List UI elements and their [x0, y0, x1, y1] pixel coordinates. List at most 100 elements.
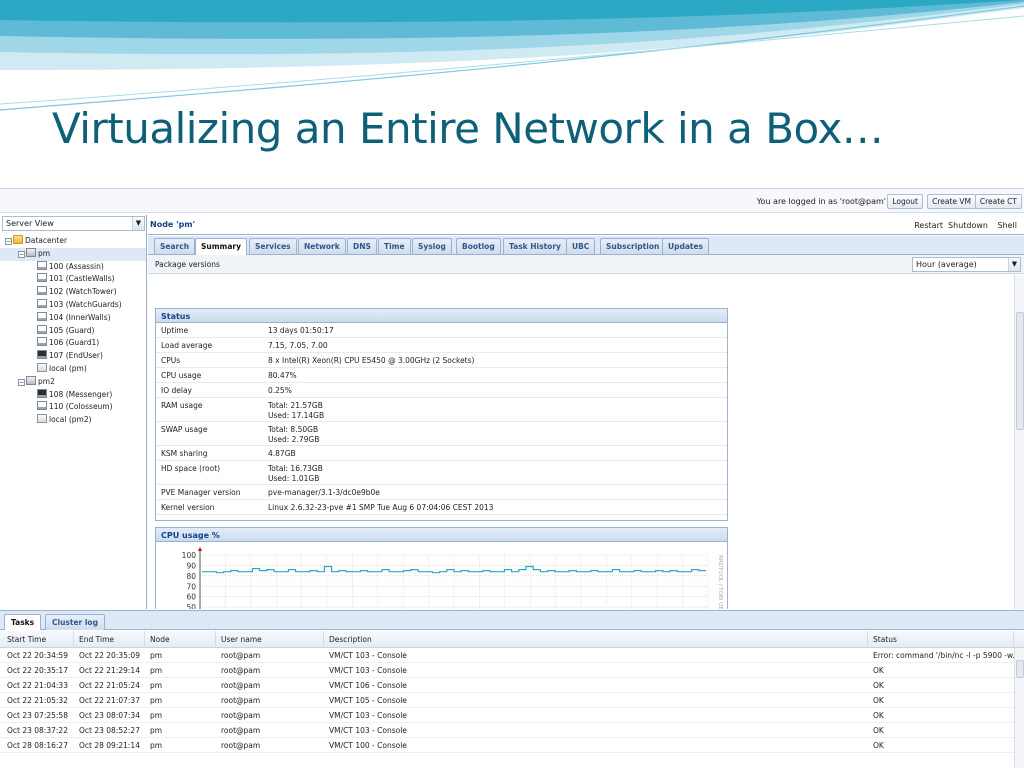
tree-item[interactable]: 107 (EndUser)	[0, 350, 146, 363]
status-value-line: 80.47%	[268, 371, 297, 380]
chevron-down-icon[interactable]: ▼	[132, 217, 144, 230]
tab-ubc[interactable]: UBC	[566, 238, 596, 254]
table-cell: Oct 23 08:52:27	[79, 726, 140, 735]
status-key: Uptime	[161, 326, 189, 335]
y-tick-label: 50	[186, 603, 196, 609]
tab-subscription[interactable]: Subscription	[600, 238, 666, 254]
tab-task-history[interactable]: Task History	[503, 238, 567, 254]
table-cell: Oct 22 21:07:37	[79, 696, 140, 705]
table-row[interactable]: Oct 28 08:16:27 Oct 28 09:21:14 pm root@pam…	[0, 738, 1024, 753]
status-value-line: 0.25%	[268, 386, 292, 395]
chevron-down-icon[interactable]: ▼	[1008, 258, 1020, 271]
vm-icon	[37, 324, 47, 334]
status-key: IO delay	[161, 386, 192, 395]
column-header[interactable]: Status	[868, 631, 1014, 648]
table-cell: root@pam	[221, 651, 261, 660]
y-axis-arrow	[198, 547, 202, 551]
tasks-grid: Start Time End Time Node User name Descripti…	[0, 631, 1024, 768]
table-cell: root@pam	[221, 666, 261, 675]
shutdown-button[interactable]: Shutdown	[948, 221, 988, 230]
tree-item[interactable]: 106 (Guard1)	[0, 337, 146, 350]
scrollbar-thumb[interactable]	[1016, 312, 1024, 430]
tab-updates[interactable]: Updates	[662, 238, 710, 254]
tab-syslog[interactable]: Syslog	[412, 238, 452, 254]
tree-item[interactable]: local (pm)	[0, 362, 146, 376]
tree-item[interactable]: 104 (InnerWalls)	[0, 311, 146, 325]
tab-bootlog[interactable]: Bootlog	[456, 238, 501, 254]
tree-item[interactable]: 100 (Assassin)	[0, 260, 146, 274]
status-value: 4.87GB	[268, 449, 296, 459]
table-row[interactable]: Oct 23 08:37:22 Oct 23 08:52:27 pm root@pam…	[0, 723, 1024, 738]
tree-item[interactable]: 103 (WatchGuards)	[0, 298, 146, 312]
table-cell: pm	[150, 726, 163, 735]
table-row[interactable]: Oct 23 07:25:58 Oct 23 08:07:34 pm root@pam…	[0, 708, 1024, 723]
tree-item-label: pm	[38, 248, 51, 258]
status-value: 8 x Intel(R) Xeon(R) CPU E5450 @ 3.00GHz…	[268, 356, 474, 366]
status-key: KSM sharing	[161, 449, 208, 458]
node-panel: Node 'pm' Restart Shutdown Shell Search S…	[148, 215, 1024, 609]
column-header[interactable]: User name	[216, 631, 324, 648]
table-cell: VM/CT 103 - Console	[329, 711, 407, 720]
status-row: KSM sharing 4.87GB	[156, 446, 727, 461]
tree-item[interactable]: − pm	[0, 247, 146, 261]
package-versions-button[interactable]: Package versions	[155, 260, 220, 269]
table-row[interactable]: Oct 22 20:34:59 Oct 22 20:35:09 pm root@pam…	[0, 648, 1024, 663]
logout-button[interactable]: Logout	[887, 194, 923, 209]
tab-cluster-log[interactable]: Cluster log	[45, 614, 105, 630]
scrollbar-thumb[interactable]	[1016, 660, 1024, 678]
vm-icon	[37, 401, 47, 411]
tree-item-label: 110 (Colosseum)	[49, 402, 113, 412]
collapse-icon[interactable]: −	[18, 250, 25, 258]
tab-services[interactable]: Services	[249, 238, 297, 254]
tab-search[interactable]: Search	[154, 238, 196, 254]
tree-item[interactable]: 102 (WatchTower)	[0, 286, 146, 299]
tab-tasks[interactable]: Tasks	[4, 614, 42, 630]
table-cell: root@pam	[221, 741, 261, 750]
tab-summary[interactable]: Summary	[195, 238, 248, 255]
table-cell: OK	[873, 666, 884, 675]
collapse-icon[interactable]: −	[18, 378, 25, 386]
column-header[interactable]: Start Time	[2, 631, 74, 648]
tree-item[interactable]: 108 (Messenger)	[0, 388, 146, 402]
column-header[interactable]: End Time	[74, 631, 145, 648]
table-row[interactable]: Oct 22 20:35:17 Oct 22 21:29:14 pm root@pam…	[0, 663, 1024, 678]
table-cell: Error: command '/bin/nc -l -p 5900 -w...	[873, 651, 1014, 660]
tab-time[interactable]: Time	[378, 238, 411, 254]
table-row[interactable]: Oct 22 21:05:32 Oct 22 21:07:37 pm root@pam…	[0, 693, 1024, 708]
tree-item-label: 107 (EndUser)	[49, 351, 103, 361]
rrdtool-label: RRDTOOL / TOBI OETIKER	[717, 555, 723, 609]
tab-dns[interactable]: DNS	[347, 238, 377, 254]
status-value: 80.47%	[268, 371, 297, 381]
status-row: RAM usage Total: 21.57GB Used: 17.14GB	[156, 398, 727, 422]
table-row[interactable]: Oct 22 21:04:33 Oct 22 21:05:24 pm root@pam…	[0, 678, 1024, 693]
tree-item-label: 104 (InnerWalls)	[49, 312, 111, 322]
tree-item[interactable]: 110 (Colosseum)	[0, 401, 146, 414]
table-cell: Oct 22 20:34:59	[7, 651, 68, 660]
table-cell: root@pam	[221, 681, 261, 690]
tree-item[interactable]: − pm2	[0, 375, 146, 389]
status-value-line: Total: 21.57GB	[268, 401, 323, 410]
tree-item-label: 103 (WatchGuards)	[49, 299, 122, 309]
server-view-select[interactable]: Server View ▼	[2, 216, 145, 231]
restart-button[interactable]: Restart	[914, 221, 943, 230]
tasks-scrollbar[interactable]	[1014, 648, 1024, 768]
tab-network[interactable]: Network	[298, 238, 346, 254]
tree-item[interactable]: 105 (Guard)	[0, 324, 146, 338]
create-ct-button[interactable]: Create CT	[974, 194, 1022, 209]
create-vm-button[interactable]: Create VM	[927, 194, 976, 209]
tree-item[interactable]: local (pm2)	[0, 414, 146, 427]
timeframe-select[interactable]: Hour (average) ▼	[912, 257, 1021, 272]
table-cell: pm	[150, 666, 163, 675]
y-tick-label: 80	[186, 572, 196, 581]
content-scrollbar[interactable]	[1014, 275, 1024, 609]
tree-item[interactable]: 101 (CastleWalls)	[0, 273, 146, 286]
collapse-icon[interactable]: −	[5, 238, 12, 245]
tree-item[interactable]: − Datacenter	[0, 235, 146, 248]
status-row: CPUs 8 x Intel(R) Xeon(R) CPU E5450 @ 3.0…	[156, 353, 727, 368]
storage-icon	[37, 362, 47, 372]
column-header[interactable]: Node	[145, 631, 216, 648]
table-cell: pm	[150, 696, 163, 705]
shell-button[interactable]: Shell	[997, 221, 1017, 230]
column-header[interactable]: Description	[324, 631, 868, 648]
cpu-usage-panel: CPU usage % 10090807060504030RRDTOOL / T…	[155, 527, 728, 609]
